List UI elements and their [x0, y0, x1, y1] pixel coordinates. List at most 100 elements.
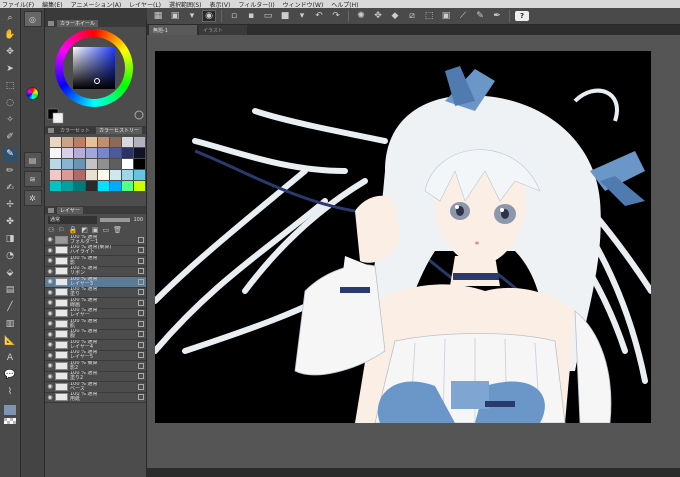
menu-layer[interactable]: レイヤー(L) [129, 0, 161, 9]
menu-selection[interactable]: 選択範囲(S) [169, 0, 202, 9]
new-folder-icon[interactable]: ▭ [103, 226, 110, 234]
visibility-eye-icon[interactable]: ◉ [45, 268, 55, 275]
pen-icon[interactable]: ✎ [3, 147, 17, 161]
layer-row[interactable]: ◉ 100 % 通常 影 [45, 256, 146, 267]
airbrush-icon[interactable]: ✢ [3, 198, 17, 212]
visibility-eye-icon[interactable]: ◉ [45, 299, 55, 306]
link-icon[interactable] [138, 278, 144, 285]
color-swatch[interactable] [62, 148, 73, 158]
loading-icon[interactable]: ✺ [354, 10, 368, 22]
color-square-icon[interactable]: ■ [278, 10, 292, 22]
eye-view-icon[interactable]: ◉ [202, 10, 216, 22]
link-icon[interactable] [138, 373, 144, 380]
link-icon[interactable] [138, 289, 144, 296]
visibility-eye-icon[interactable]: ◉ [45, 331, 55, 338]
fill-bucket-icon[interactable]: ⬙ [3, 266, 17, 280]
move-icon[interactable]: ✥ [3, 45, 17, 59]
tab-document-2[interactable]: イラスト [199, 25, 247, 35]
visibility-eye-icon[interactable]: ◉ [45, 383, 55, 390]
delete-layer-icon[interactable]: 🗑 [113, 226, 122, 234]
color-swatch[interactable] [50, 181, 61, 191]
gradient-icon[interactable]: ▤ [3, 283, 17, 297]
color-swatch[interactable] [134, 137, 145, 147]
fill-icon[interactable]: ▣ [439, 10, 453, 22]
link-icon[interactable] [138, 383, 144, 390]
open-file-icon[interactable]: ▫ [227, 10, 241, 22]
color-swatch[interactable] [98, 159, 109, 169]
layer-row[interactable]: ◉ 100 % 通常 レイヤー4 [45, 340, 146, 351]
lasso-icon[interactable]: ◌ [3, 96, 17, 110]
balloon-icon[interactable]: 💬 [3, 368, 17, 382]
color-swatch[interactable] [98, 170, 109, 180]
lock-icon[interactable]: 🔒 [69, 226, 78, 234]
menu-window[interactable]: ウィンドウ(W) [283, 0, 324, 9]
undo-icon[interactable]: ↶ [312, 10, 326, 22]
color-swatch[interactable] [122, 137, 133, 147]
color-swatch[interactable] [86, 170, 97, 180]
color-swatch[interactable] [98, 137, 109, 147]
pencil-icon[interactable]: ✏ [3, 164, 17, 178]
redo-icon[interactable]: ↷ [329, 10, 343, 22]
layer-row[interactable]: ◉ 100 % 通常 肌 [45, 319, 146, 330]
brush-icon[interactable]: ✍ [3, 181, 17, 195]
layer-row[interactable]: ◉ 100 % 通常 レイヤー3 [45, 277, 146, 288]
panel-collapse-icon[interactable] [48, 207, 54, 213]
link-icon[interactable] [138, 331, 144, 338]
color-swatch[interactable] [74, 181, 85, 191]
menu-filter[interactable]: フィルター(I) [238, 0, 274, 9]
color-swatch[interactable] [86, 137, 97, 147]
color-swatch[interactable] [86, 148, 97, 158]
visibility-eye-icon[interactable]: ◉ [45, 310, 55, 317]
visibility-eye-icon[interactable]: ◉ [45, 289, 55, 296]
color-swatch[interactable] [74, 170, 85, 180]
layer-row[interactable]: ◉ 100 % 通常 レイヤー [45, 308, 146, 319]
eyedropper-icon[interactable]: ✐ [3, 130, 17, 144]
marquee-icon[interactable]: ⬚ [3, 79, 17, 93]
color-swatch[interactable] [110, 181, 121, 191]
visibility-eye-icon[interactable]: ◉ [45, 247, 55, 254]
color-swatch[interactable] [86, 159, 97, 169]
link-icon[interactable] [138, 236, 144, 243]
color-swatch[interactable] [62, 137, 73, 147]
menu-edit[interactable]: 編集(E) [42, 0, 62, 9]
frame-icon[interactable]: ▥ [3, 317, 17, 331]
link-icon[interactable] [138, 362, 144, 369]
correct-line-icon[interactable]: ⌇ [3, 385, 17, 399]
color-swatch[interactable] [110, 137, 121, 147]
visibility-eye-icon[interactable]: ◉ [45, 352, 55, 359]
mask-icon[interactable]: ◩ [81, 226, 88, 234]
color-swatch[interactable] [86, 181, 97, 191]
visibility-eye-icon[interactable]: ◉ [45, 373, 55, 380]
link-icon[interactable] [138, 310, 144, 317]
navigator-icon[interactable]: ◎ [23, 11, 42, 27]
crop-icon[interactable]: ⬚ [422, 10, 436, 22]
tab-document-1[interactable]: 無題-1 [149, 25, 197, 35]
color-swatch[interactable] [50, 137, 61, 147]
link-icon[interactable] [138, 257, 144, 264]
artwork-canvas[interactable] [155, 51, 651, 423]
hand-icon[interactable]: ✋ [3, 28, 17, 42]
layer-tab-label[interactable]: レイヤー [57, 206, 83, 214]
blend-mode-select[interactable]: 通常 [48, 215, 98, 224]
color-swatch[interactable] [62, 159, 73, 169]
layer-row[interactable]: ◉ 100 % 通常 服 [45, 329, 146, 340]
figure-icon[interactable]: ╱ [3, 300, 17, 314]
magic-wand-icon[interactable]: ✧ [3, 113, 17, 127]
text-icon[interactable]: A [3, 351, 17, 365]
visibility-eye-icon[interactable]: ◉ [45, 394, 55, 401]
blend-icon[interactable]: ◔ [3, 249, 17, 263]
select-arrow-icon[interactable]: ➤ [3, 62, 17, 76]
link-icon[interactable] [138, 247, 144, 254]
layer-row[interactable]: ◉ 100 % 通常 フォルダー1 [45, 235, 146, 246]
color-swatch[interactable] [50, 148, 61, 158]
color-swatch[interactable] [122, 170, 133, 180]
link-icon[interactable] [138, 394, 144, 401]
zoom-icon[interactable]: ⌕ [3, 11, 17, 25]
help-button[interactable]: ? [515, 11, 529, 21]
color-swap-icon[interactable] [134, 110, 144, 120]
dropdown-arrow-icon[interactable]: ▾ [295, 10, 309, 22]
stroke-settings-icon[interactable]: ≋ [23, 171, 42, 187]
panel-collapse-icon[interactable] [48, 20, 54, 26]
new-file-icon[interactable]: ▣ [168, 10, 182, 22]
visibility-eye-icon[interactable]: ◉ [45, 278, 55, 285]
